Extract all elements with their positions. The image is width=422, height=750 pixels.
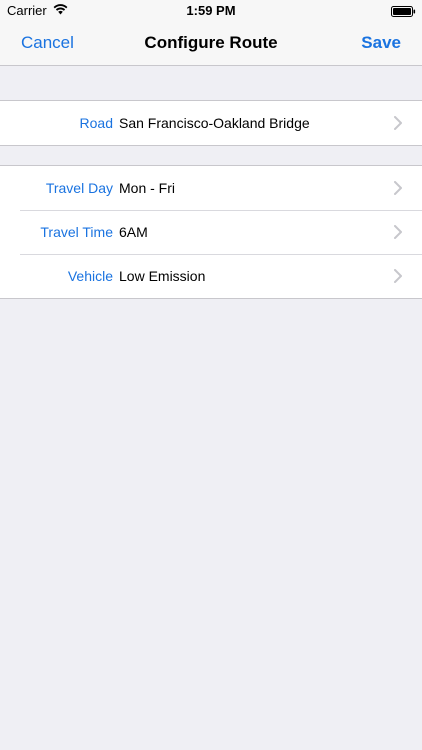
- navigation-bar: Cancel Configure Route Save: [0, 22, 422, 66]
- status-bar: Carrier 1:59 PM: [0, 0, 422, 22]
- chevron-right-icon: [394, 181, 402, 195]
- vehicle-row[interactable]: Vehicle Low Emission: [0, 254, 422, 298]
- travel-time-label: Travel Time: [40, 224, 113, 240]
- vehicle-value: Low Emission: [119, 268, 206, 284]
- travel-day-label: Travel Day: [45, 180, 113, 196]
- road-row[interactable]: Road San Francisco-Oakland Bridge: [0, 101, 422, 145]
- road-value: San Francisco-Oakland Bridge: [119, 115, 310, 131]
- battery-icon: [391, 5, 416, 17]
- travel-time-value: 6AM: [119, 224, 148, 240]
- road-label: Road: [79, 115, 113, 131]
- travel-day-value: Mon - Fri: [119, 180, 175, 196]
- page-title: Configure Route: [144, 33, 278, 52]
- road-section: Road San Francisco-Oakland Bridge: [0, 100, 422, 146]
- travel-day-row[interactable]: Travel Day Mon - Fri: [0, 166, 422, 210]
- travel-time-row[interactable]: Travel Time 6AM: [0, 210, 422, 254]
- vehicle-label: Vehicle: [67, 268, 113, 284]
- chevron-right-icon: [394, 116, 402, 130]
- chevron-right-icon: [394, 269, 402, 283]
- settings-section: Travel Day Mon - Fri Travel Time 6AM Veh…: [0, 165, 422, 299]
- status-time: 1:59 PM: [186, 3, 236, 18]
- chevron-right-icon: [394, 225, 402, 239]
- save-button[interactable]: Save: [361, 33, 401, 53]
